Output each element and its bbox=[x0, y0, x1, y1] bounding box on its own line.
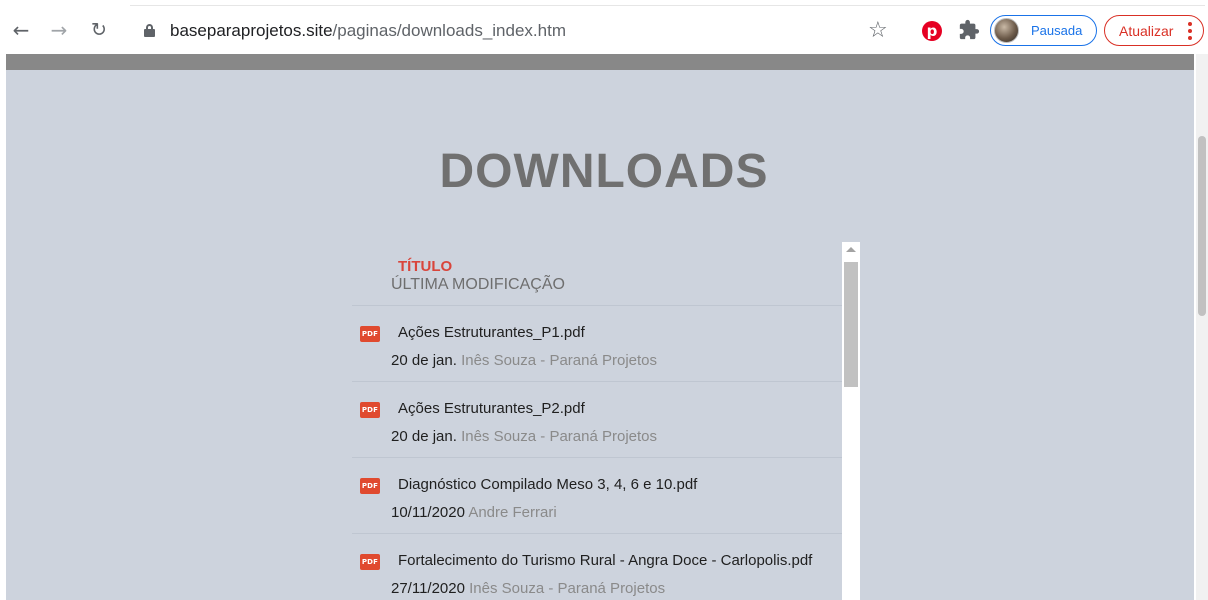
site-header-bar bbox=[6, 54, 1194, 70]
scroll-up-arrow-icon[interactable] bbox=[846, 247, 856, 252]
file-author: Inês Souza - Paraná Projetos bbox=[461, 428, 658, 445]
file-date: 20 de jan. bbox=[391, 352, 457, 369]
downloads-panel: TÍTULO ÚLTIMA MODIFICAÇÃO PDF Ações Estr… bbox=[352, 242, 860, 600]
file-name-link[interactable]: Diagnóstico Compilado Meso 3, 4, 6 e 10.… bbox=[398, 476, 697, 493]
file-list-scrollbar[interactable] bbox=[842, 242, 860, 600]
pdf-file-icon: PDF bbox=[360, 326, 380, 342]
file-author: Inês Souza - Paraná Projetos bbox=[469, 580, 666, 597]
file-author: Inês Souza - Paraná Projetos bbox=[461, 352, 658, 369]
url-text[interactable]: baseparaprojetos.site/paginas/downloads_… bbox=[170, 21, 566, 41]
update-button[interactable]: Atualizar bbox=[1104, 15, 1204, 46]
file-author: Andre Ferrari bbox=[468, 504, 557, 521]
page-viewport: DOWNLOADS TÍTULO ÚLTIMA MODIFICAÇÃO PDF … bbox=[0, 54, 1208, 600]
column-title-header[interactable]: TÍTULO bbox=[398, 258, 452, 275]
file-row[interactable]: PDF Ações Estruturantes_P1.pdf 20 de jan… bbox=[352, 306, 842, 382]
page-scrollbar[interactable] bbox=[1196, 54, 1208, 600]
file-date: 10/11/2020 bbox=[391, 504, 465, 521]
file-date: 27/11/2020 bbox=[391, 580, 465, 597]
url-path: /paginas/downloads_index.htm bbox=[332, 21, 566, 40]
more-vert-icon[interactable] bbox=[1187, 20, 1193, 42]
reload-icon[interactable]: ↻ bbox=[88, 19, 110, 41]
pdf-file-icon: PDF bbox=[360, 478, 380, 494]
pinterest-icon[interactable]: p bbox=[922, 21, 942, 41]
file-meta: 27/11/2020 Inês Souza - Paraná Projetos bbox=[391, 580, 665, 597]
profile-status-label: Pausada bbox=[1031, 23, 1083, 38]
address-bar[interactable]: baseparaprojetos.site/paginas/downloads_… bbox=[118, 12, 910, 50]
update-label: Atualizar bbox=[1119, 23, 1174, 39]
file-row[interactable]: PDF Fortalecimento do Turismo Rural - An… bbox=[352, 534, 842, 600]
file-date: 20 de jan. bbox=[391, 428, 457, 445]
file-name-link[interactable]: Ações Estruturantes_P1.pdf bbox=[398, 324, 585, 341]
forward-arrow-icon[interactable]: → bbox=[48, 19, 70, 41]
file-name-link[interactable]: Fortalecimento do Turismo Rural - Angra … bbox=[398, 552, 812, 569]
tab-strip bbox=[130, 0, 1205, 6]
list-header: TÍTULO ÚLTIMA MODIFICAÇÃO bbox=[352, 242, 842, 306]
profile-button[interactable]: Pausada bbox=[990, 15, 1097, 46]
extensions-puzzle-icon[interactable] bbox=[958, 19, 980, 41]
file-row[interactable]: PDF Diagnóstico Compilado Meso 3, 4, 6 e… bbox=[352, 458, 842, 534]
back-arrow-icon[interactable]: ← bbox=[10, 19, 32, 41]
bookmark-star-icon[interactable]: ☆ bbox=[868, 18, 888, 43]
file-meta: 20 de jan. Inês Souza - Paraná Projetos bbox=[391, 428, 657, 445]
page-title: DOWNLOADS bbox=[439, 145, 769, 198]
url-domain: baseparaprojetos.site bbox=[170, 21, 333, 40]
avatar bbox=[994, 18, 1019, 43]
file-list-scrollbar-thumb[interactable] bbox=[844, 262, 858, 387]
browser-toolbar: ← → ↻ baseparaprojetos.site/paginas/down… bbox=[0, 0, 1208, 62]
file-list: TÍTULO ÚLTIMA MODIFICAÇÃO PDF Ações Estr… bbox=[352, 242, 842, 600]
file-row[interactable]: PDF Ações Estruturantes_P2.pdf 20 de jan… bbox=[352, 382, 842, 458]
pdf-file-icon: PDF bbox=[360, 554, 380, 570]
file-meta: 20 de jan. Inês Souza - Paraná Projetos bbox=[391, 352, 657, 369]
pdf-file-icon: PDF bbox=[360, 402, 380, 418]
lock-icon[interactable] bbox=[144, 24, 155, 37]
column-modified-header[interactable]: ÚLTIMA MODIFICAÇÃO bbox=[391, 276, 565, 294]
file-name-link[interactable]: Ações Estruturantes_P2.pdf bbox=[398, 400, 585, 417]
file-meta: 10/11/2020 Andre Ferrari bbox=[391, 504, 557, 521]
